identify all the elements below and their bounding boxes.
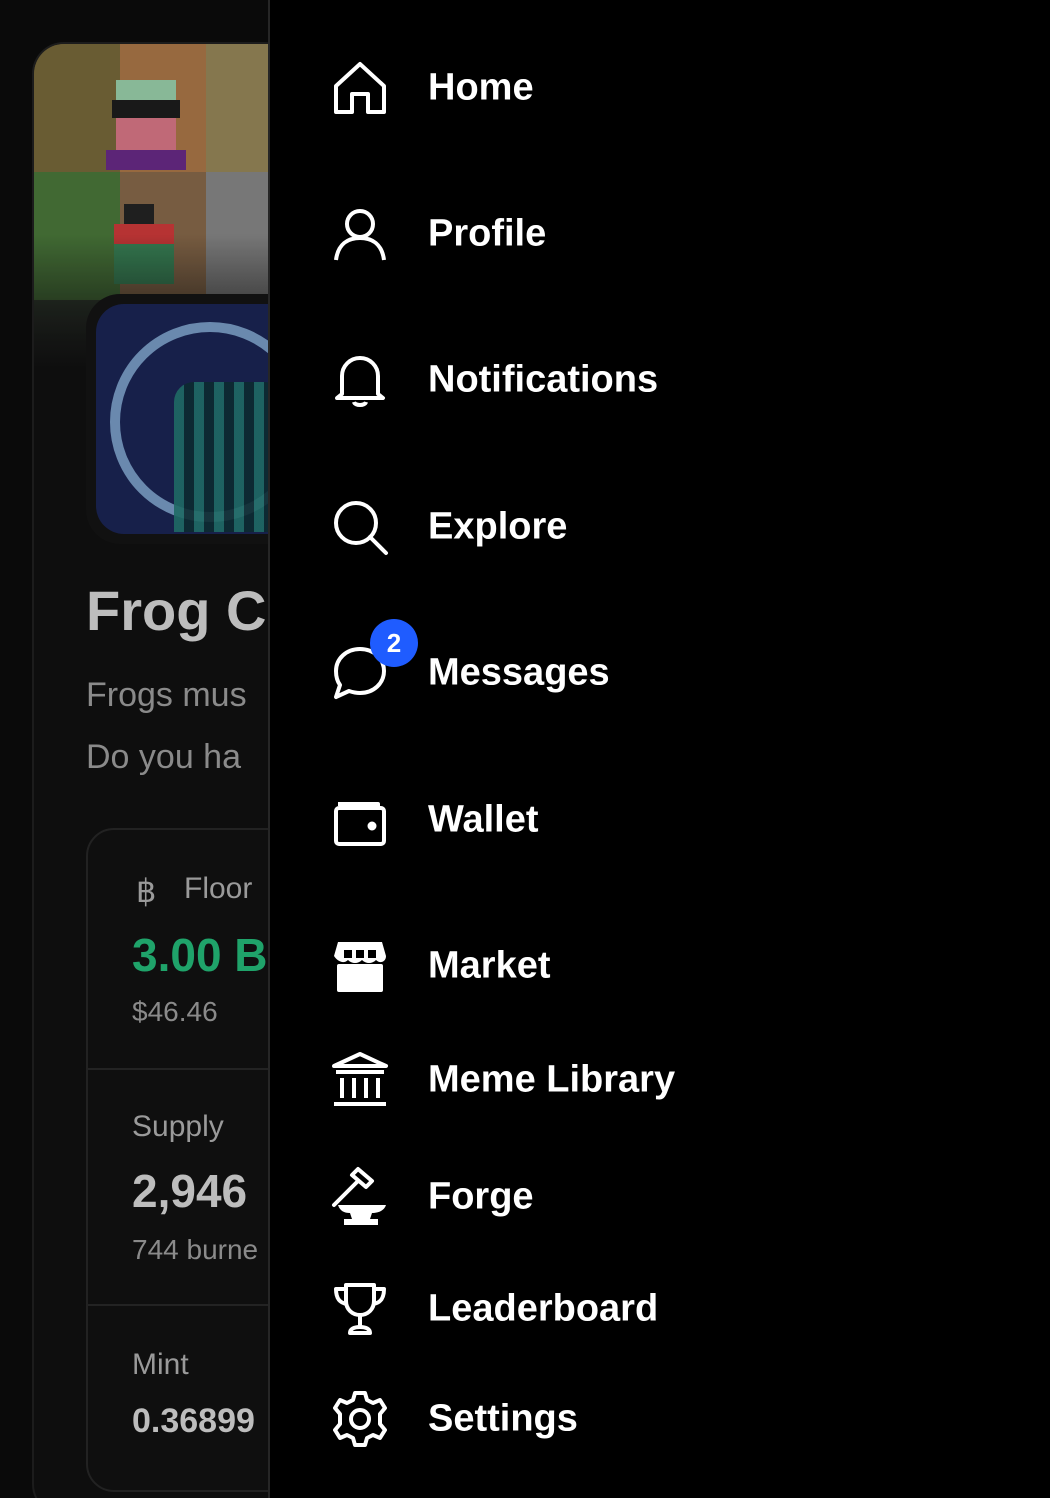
search-icon (328, 495, 392, 559)
menu-label: Leaderboard (428, 1287, 659, 1330)
user-icon (328, 202, 392, 266)
stats-divider (88, 1304, 268, 1306)
stats-divider (88, 1068, 268, 1070)
menu-item-meme-library[interactable]: Meme Library (270, 1030, 1050, 1130)
background-collection-page: Frog C Frogs mus Do you ha ฿ Floor 3.00 … (0, 0, 268, 1498)
menu-item-profile[interactable]: Profile (270, 184, 1050, 284)
menu-item-wallet[interactable]: Wallet (270, 770, 1050, 870)
bitcoin-icon: ฿ (136, 872, 156, 908)
menu-item-settings[interactable]: Settings (270, 1369, 1050, 1469)
bell-icon (328, 348, 392, 412)
mint-value: 0.36899 (132, 1402, 255, 1440)
menu-label: Explore (428, 505, 568, 548)
gear-icon (328, 1387, 392, 1451)
menu-item-leaderboard[interactable]: Leaderboard (270, 1259, 1050, 1359)
collection-title: Frog C (86, 579, 267, 642)
menu-label: Profile (428, 212, 547, 255)
home-icon (328, 56, 392, 120)
burned-count: 744 burne (132, 1234, 259, 1265)
menu-item-explore[interactable]: Explore (270, 477, 1050, 577)
floor-value: 3.00 B (132, 929, 268, 981)
menu-label: Meme Library (428, 1058, 676, 1101)
menu-item-notifications[interactable]: Notifications (270, 330, 1050, 430)
frog-pixel-art (106, 80, 186, 170)
collection-description-line: Frogs mus (86, 676, 247, 714)
menu-label: Notifications (428, 358, 659, 401)
unread-messages-badge: 2 (370, 619, 418, 667)
menu-item-messages[interactable]: 2 Messages (270, 619, 1050, 723)
collection-description-line: Do you ha (86, 738, 241, 776)
mint-label: Mint (132, 1348, 189, 1381)
floor-label: Floor (184, 872, 253, 905)
banner-tile (206, 44, 268, 172)
menu-item-home[interactable]: Home (270, 38, 1050, 138)
floor-usd-value: $46.46 (132, 996, 218, 1027)
wallet-icon (328, 788, 392, 852)
svg-text:฿: ฿ (136, 872, 156, 908)
collection-avatar (86, 294, 268, 544)
menu-label: Forge (428, 1175, 534, 1218)
menu-item-forge[interactable]: Forge (270, 1147, 1050, 1247)
supply-label: Supply (132, 1110, 224, 1143)
trophy-icon (328, 1277, 392, 1341)
supply-value: 2,946 (132, 1165, 248, 1217)
menu-item-market[interactable]: Market (270, 916, 1050, 1016)
menu-label: Settings (428, 1397, 578, 1440)
storefront-icon (328, 934, 392, 998)
menu-label: Wallet (428, 798, 539, 841)
menu-label: Home (428, 66, 534, 109)
library-building-icon (328, 1048, 392, 1112)
navigation-drawer: Home Profile Notifications Explore 2 Mes… (268, 0, 1050, 1498)
hammer-anvil-icon (328, 1165, 392, 1229)
menu-label: Market (428, 944, 551, 987)
menu-label: Messages (428, 651, 610, 694)
collection-stats-card: ฿ Floor 3.00 B $46.46 Supply 2,946 744 b… (86, 828, 268, 1492)
